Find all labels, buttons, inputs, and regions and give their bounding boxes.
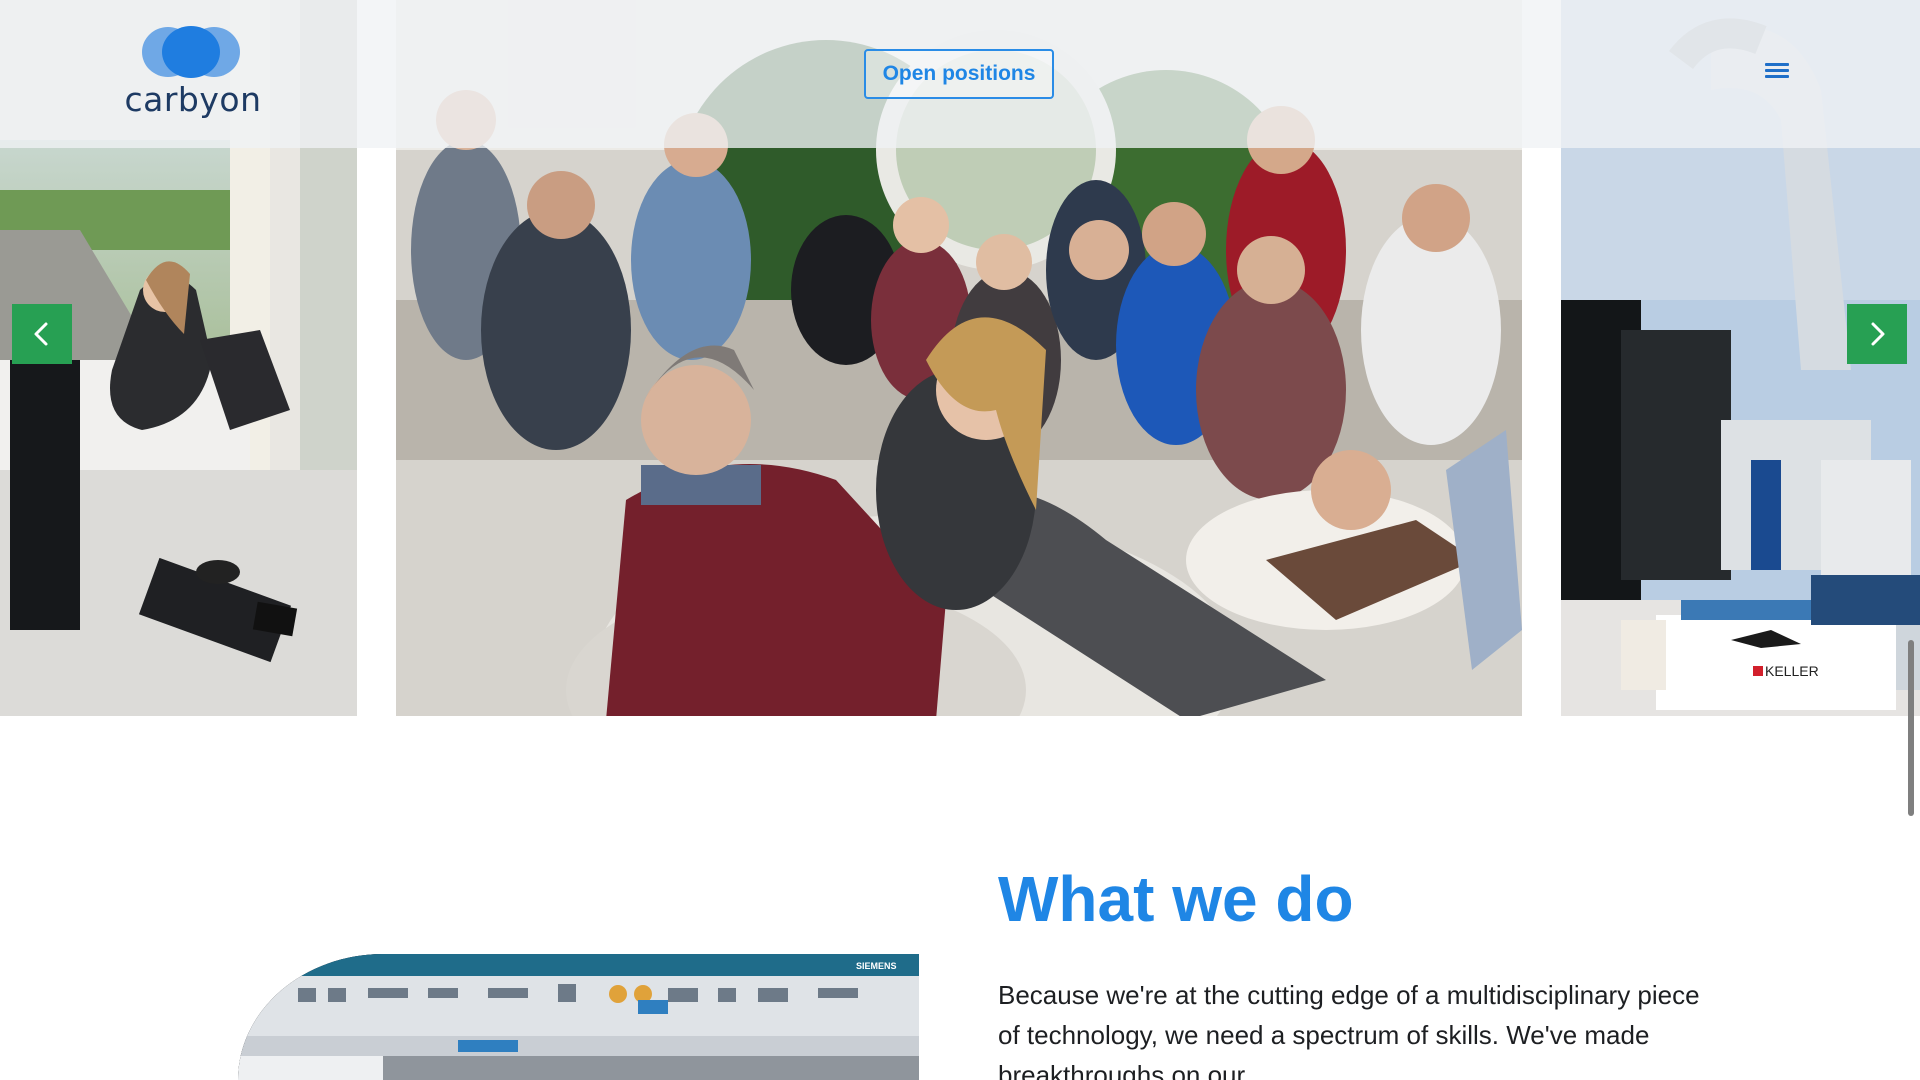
keller-sticker-text: KELLER [1765,663,1819,679]
carousel-next-button[interactable] [1847,304,1907,364]
chevron-right-icon [1871,322,1885,346]
site-header: carbyon Open positions [0,0,1920,148]
carbyon-logo[interactable]: carbyon [118,24,268,124]
what-we-do-heading: What we do [998,863,1354,935]
carousel-prev-button[interactable] [12,304,72,364]
cad-software-screenshot: SIEMENS [238,954,919,1080]
hamburger-menu-icon[interactable] [1762,60,1792,86]
siemens-brand-text: SIEMENS [856,961,897,971]
open-positions-button[interactable]: Open positions [864,49,1054,99]
logo-mark-icon [142,26,242,78]
chevron-left-icon [34,322,48,346]
what-we-do-body: Because we're at the cutting edge of a m… [998,980,1700,1080]
logo-text: carbyon [124,80,262,119]
page-scrollbar[interactable] [1908,640,1914,816]
